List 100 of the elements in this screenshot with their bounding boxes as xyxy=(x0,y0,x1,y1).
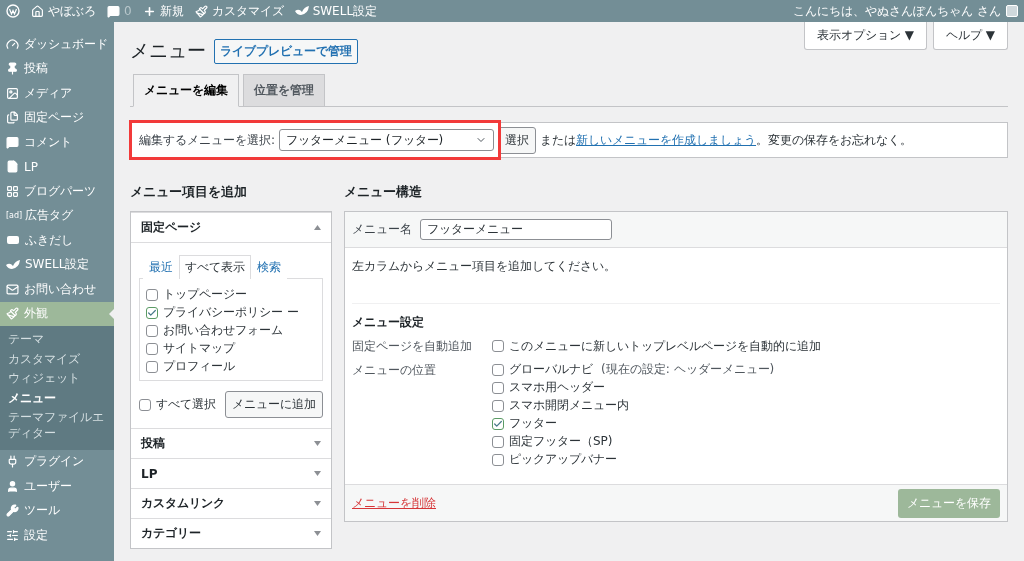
checkbox-label: スマホ開閉メニュー内 xyxy=(509,397,629,414)
bubble-icon xyxy=(6,235,20,246)
sidebar-item[interactable]: 外観 xyxy=(0,301,114,326)
add-to-menu-button[interactable]: メニューに追加 xyxy=(225,391,323,418)
checkbox[interactable] xyxy=(146,288,158,301)
setting-label: 固定ページを自動追加 xyxy=(352,338,473,355)
user-icon xyxy=(6,479,19,493)
submenu-item[interactable]: メニュー xyxy=(0,388,114,409)
checkbox[interactable] xyxy=(146,324,158,337)
checkbox[interactable] xyxy=(492,417,504,430)
sidebar-item[interactable]: メディア xyxy=(0,81,114,106)
checkbox[interactable] xyxy=(139,398,151,411)
checkbox[interactable] xyxy=(146,306,158,319)
speech-bubble-icon xyxy=(6,135,19,149)
tab[interactable]: メニューを編集 xyxy=(133,74,239,107)
sidebar-item[interactable]: お問い合わせ xyxy=(0,277,114,302)
expand-icon[interactable] xyxy=(314,501,321,506)
menu-dropdown[interactable]: フッターメニュー (フッター) xyxy=(279,129,495,151)
checkbox[interactable] xyxy=(492,453,504,466)
sidebar-item[interactable]: ユーザー xyxy=(0,474,114,499)
dropdown-button[interactable]: ヘルプ ▼ xyxy=(932,22,1008,50)
bird-icon xyxy=(294,6,309,16)
greeting[interactable]: こんにちは、やぬさんぽんちゃん さん xyxy=(793,2,1001,20)
collapse-icon[interactable] xyxy=(314,225,321,230)
submenu-item[interactable]: ウィジェット xyxy=(0,369,114,389)
sidebar-item[interactable]: ふきだし xyxy=(0,228,114,253)
checkbox[interactable] xyxy=(492,435,504,448)
checkbox[interactable] xyxy=(492,340,504,352)
tab[interactable]: すべて表示 xyxy=(179,255,251,279)
checkbox[interactable] xyxy=(492,399,504,412)
sidebar-item[interactable]: コメント xyxy=(0,130,114,155)
sidebar-item[interactable]: 設定 xyxy=(0,523,114,548)
sidebar-item[interactable]: プラグイン xyxy=(0,449,114,475)
dropdown-button[interactable]: 表示オプション ▼ xyxy=(803,22,927,50)
file-icon xyxy=(6,160,19,174)
section-heading: メニュー構造 xyxy=(344,184,423,201)
admin-bar-link[interactable]: 0 xyxy=(124,4,132,18)
checkbox-label: このメニューに新しいトップレベルページを自動的に追加 xyxy=(509,337,821,355)
ad-icon: [ad] xyxy=(6,211,20,221)
sidebar-item[interactable]: ダッシュボード xyxy=(0,32,114,57)
checkbox-label: プロフィール xyxy=(163,358,235,375)
checkbox-label: ピックアップバナー xyxy=(509,451,617,468)
checkbox[interactable] xyxy=(492,363,504,376)
setting-label: メニューの位置 xyxy=(352,362,437,379)
plug-icon xyxy=(6,455,19,469)
admin-bar-link[interactable]: SWELL設定 xyxy=(312,2,378,20)
sidebar-item[interactable]: 固定ページ xyxy=(0,105,114,130)
checkbox-label: お問い合わせフォーム xyxy=(163,322,283,339)
submenu-item[interactable]: テーマファイルエディター xyxy=(0,408,114,444)
gauge-icon xyxy=(6,37,19,51)
sidebar-item[interactable]: [ad] 広告タグ xyxy=(0,203,114,228)
mail-icon xyxy=(6,282,19,296)
admin-bar-link[interactable]: 新規 xyxy=(159,2,184,20)
sidebar-item[interactable]: ツール xyxy=(0,498,114,524)
save-menu-button[interactable]: メニューを保存 xyxy=(898,488,1000,518)
select-label: 編集するメニューを選択: xyxy=(139,131,276,149)
field-label: メニュー名 xyxy=(352,221,412,238)
live-preview-button[interactable]: ライブプレビューで管理 xyxy=(214,38,358,64)
admin-bar-link[interactable]: カスタマイズ xyxy=(211,2,284,20)
create-menu-link[interactable]: 新しいメニューを作成しましょう xyxy=(576,132,757,147)
checkbox-label: トップページー xyxy=(163,286,247,303)
sidebar-item[interactable]: SWELL設定 xyxy=(0,252,114,277)
submenu-item[interactable]: テーマ xyxy=(0,330,114,350)
submenu-item[interactable]: カスタマイズ xyxy=(0,349,114,370)
expand-icon[interactable] xyxy=(314,441,321,446)
expand-icon[interactable] xyxy=(314,471,321,476)
sidebar-item[interactable]: LP xyxy=(0,154,114,179)
page-title: メニュー xyxy=(130,38,206,63)
checkbox[interactable] xyxy=(492,381,504,394)
paintbrush-icon xyxy=(6,307,19,321)
checkbox-label: スマホ用ヘッダー xyxy=(509,379,605,396)
image-icon xyxy=(6,86,19,100)
paintbrush-icon xyxy=(194,4,208,18)
sidebar-item[interactable]: ブログパーツ xyxy=(0,179,114,204)
wrench-icon xyxy=(6,504,19,518)
avatar[interactable] xyxy=(1006,5,1018,17)
settings-heading: メニュー設定 xyxy=(352,314,425,331)
home-icon xyxy=(31,4,44,18)
delete-menu-link[interactable]: メニューを削除 xyxy=(352,494,436,512)
location-note: (現在の設定: ヘッダーメニュー) xyxy=(601,361,775,378)
expand-icon[interactable] xyxy=(314,531,321,536)
wordpress-logo[interactable] xyxy=(6,4,20,18)
instructions: 左カラムからメニュー項目を追加してください。 xyxy=(352,258,617,275)
settings-icon xyxy=(6,528,19,542)
pages-icon xyxy=(6,111,19,125)
grid-icon xyxy=(6,184,19,198)
bird-icon xyxy=(6,259,20,270)
speech-bubble-icon xyxy=(107,4,120,18)
checkbox-label: プライバシーポリシー ー xyxy=(163,304,299,321)
menu-name-field[interactable]: フッターメニュー xyxy=(420,219,612,240)
pin-icon xyxy=(6,62,19,76)
checkbox-label: サイトマップ xyxy=(163,340,235,357)
tab[interactable]: 位置を管理 xyxy=(243,74,325,107)
checkbox-label: 固定フッター（SP) xyxy=(509,433,613,450)
checkbox-label: すべて選択 xyxy=(156,396,216,413)
checkbox[interactable] xyxy=(146,360,158,373)
sidebar-item[interactable]: 投稿 xyxy=(0,56,114,81)
checkbox-label: フッター xyxy=(509,415,557,432)
admin-bar-link[interactable]: やぼぶろ xyxy=(48,2,96,20)
checkbox[interactable] xyxy=(146,342,158,355)
